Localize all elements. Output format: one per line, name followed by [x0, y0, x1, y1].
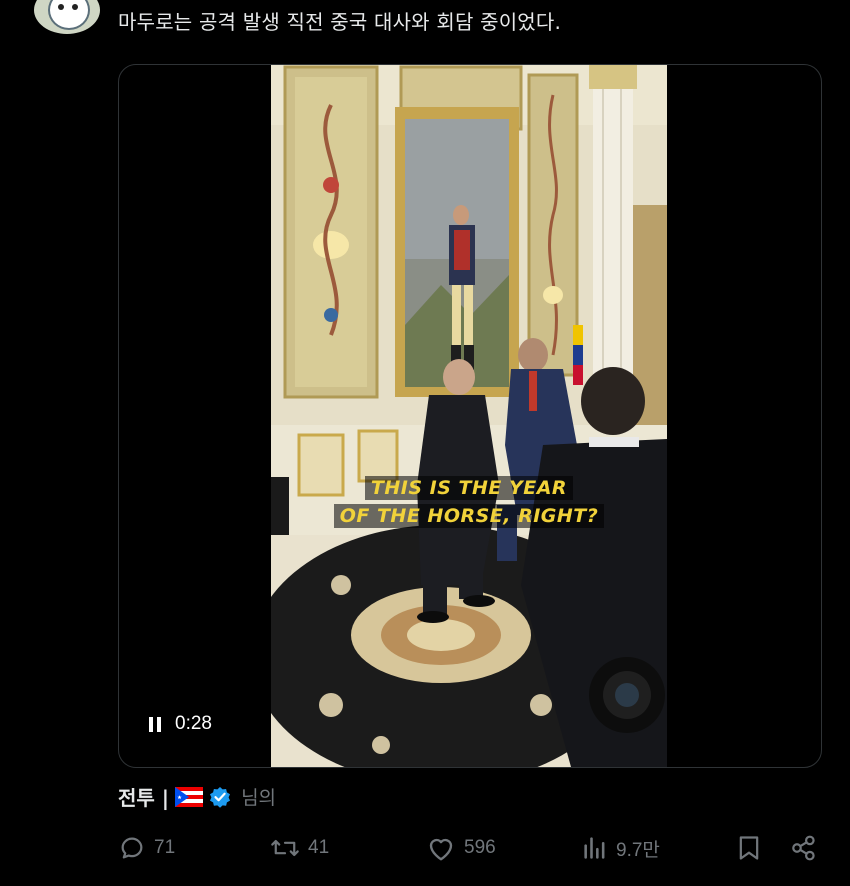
action-bar: 71 41 596 9.7만 — [0, 834, 850, 870]
video-scene — [271, 65, 667, 767]
reply-icon — [121, 837, 143, 859]
repost-button[interactable]: 41 — [270, 834, 329, 862]
video-subtitle: OF THE HORSE, RIGHT? — [271, 504, 667, 528]
reply-button[interactable]: 71 — [118, 834, 175, 862]
share-button[interactable] — [790, 834, 818, 862]
quoted-author[interactable]: 전투 | 님의 — [118, 782, 276, 811]
bookmark-button[interactable] — [736, 834, 762, 862]
view-count: 9.7만 — [616, 839, 660, 861]
avatar-face — [48, 0, 90, 30]
avatar-eye — [72, 4, 78, 10]
subtitle-line-1: THIS IS THE YEAR — [364, 476, 574, 500]
avatar-eye — [58, 4, 64, 10]
video-subtitle: THIS IS THE YEAR — [271, 476, 667, 500]
video-frame[interactable]: THIS IS THE YEAR OF THE HORSE, RIGHT? — [271, 65, 667, 767]
puerto-rico-flag-icon — [175, 786, 204, 807]
tweet-text: 마두로는 공격 발생 직전 중국 대사와 회담 중이었다. — [118, 10, 562, 34]
views-chart-icon — [584, 837, 605, 859]
subtitle-line-2: OF THE HORSE, RIGHT? — [333, 504, 605, 528]
repost-icon — [271, 839, 299, 857]
avatar[interactable] — [34, 0, 100, 34]
share-icon — [792, 835, 815, 861]
like-count: 596 — [464, 837, 496, 858]
quoted-suffix: 님의 — [241, 787, 277, 809]
quoted-author-name[interactable]: 전투 | — [118, 782, 169, 811]
bookmark-icon — [739, 836, 759, 860]
repost-count: 41 — [308, 837, 330, 858]
video-time: 0:28 — [175, 713, 212, 734]
heart-icon — [429, 838, 453, 861]
views-button[interactable]: 9.7만 — [582, 834, 660, 862]
pause-icon[interactable] — [149, 716, 161, 732]
video-player[interactable]: THIS IS THE YEAR OF THE HORSE, RIGHT? 0:… — [118, 64, 822, 768]
like-button[interactable]: 596 — [426, 834, 496, 862]
reply-count: 71 — [154, 837, 176, 858]
verified-badge-icon — [209, 786, 231, 808]
video-controls: 0:28 — [149, 713, 212, 735]
